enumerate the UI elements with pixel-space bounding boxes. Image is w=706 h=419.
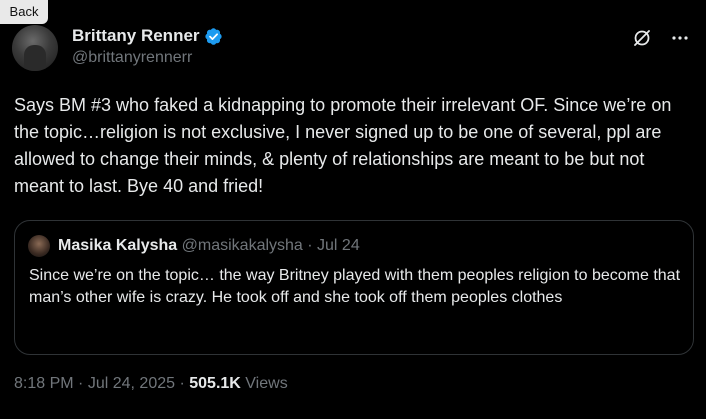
- tweet-time[interactable]: 8:18 PM: [14, 375, 74, 392]
- tweet-date[interactable]: Jul 24, 2025: [88, 375, 175, 392]
- tweet-footer: 8:18 PM · Jul 24, 2025 · 505.1K Views: [14, 375, 288, 392]
- quote-author-handle[interactable]: @masikakalysha: [182, 237, 303, 254]
- views-label: Views: [245, 375, 288, 392]
- more-icon[interactable]: [670, 28, 690, 48]
- author-handle[interactable]: @brittanyrennerr: [72, 49, 223, 67]
- author-avatar[interactable]: [12, 25, 58, 71]
- views-count: 505.1K: [189, 375, 241, 392]
- quote-text: Since we’re on the topic… the way Britne…: [29, 267, 681, 306]
- tweet-text: Says BM #3 who faked a kidnapping to pro…: [14, 95, 672, 196]
- quote-date[interactable]: Jul 24: [317, 237, 360, 254]
- header-actions: [632, 28, 690, 48]
- verified-badge-icon: [204, 27, 222, 45]
- grok-icon[interactable]: [632, 28, 652, 48]
- quoted-tweet[interactable]: Masika Kalysha @masikakalysha · Jul 24 S…: [14, 220, 694, 355]
- tweet-header: Brittany Renner @brittanyrennerr: [12, 20, 694, 78]
- tweet: Brittany Renner @brittanyrennerr Says BM…: [12, 20, 694, 392]
- author-block: Brittany Renner @brittanyrennerr: [72, 26, 223, 67]
- quote-author-name[interactable]: Masika Kalysha: [58, 237, 177, 254]
- quote-author-avatar[interactable]: [28, 235, 50, 257]
- quote-header: Masika Kalysha @masikakalysha · Jul 24: [58, 237, 360, 254]
- author-display-name[interactable]: Brittany Renner: [72, 26, 200, 46]
